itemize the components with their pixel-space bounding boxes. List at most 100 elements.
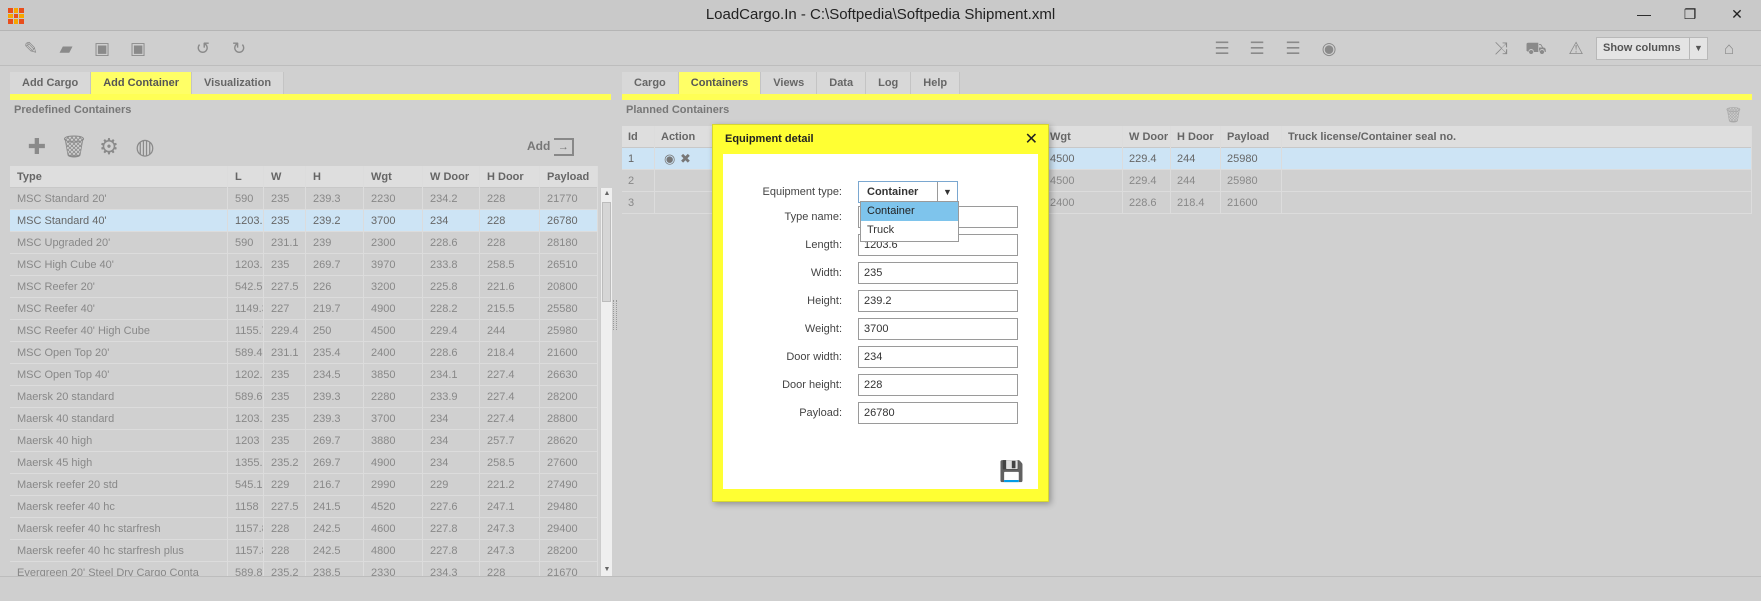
table-cell: 227.4: [480, 408, 540, 430]
table-cell: 234: [423, 408, 480, 430]
table-cell: 242.5: [306, 540, 364, 562]
table-row[interactable]: MSC Reefer 40' High Cube1155.7229.425045…: [10, 320, 598, 342]
table-row[interactable]: Maersk 20 standard 589.6 235 239.3 2280 233.9…: [10, 386, 598, 408]
redo-icon[interactable]: ↻: [228, 38, 250, 60]
table-row[interactable]: MSC Standard 20' 590 235 239.3 2230 234.2 228 2…: [10, 188, 598, 210]
minimize-button[interactable]: —: [1621, 0, 1667, 30]
save-icon[interactable]: 💾: [999, 459, 1024, 484]
table-header-row[interactable]: Type L W H Wgt W Door H Door Payload: [10, 166, 598, 188]
warning-icon[interactable]: ⚠: [1565, 38, 1587, 60]
equipment-type-select[interactable]: Container ▼: [858, 181, 958, 203]
table-cell: 4500: [364, 320, 423, 342]
globe-icon[interactable]: ◍: [132, 134, 158, 160]
table-row[interactable]: Maersk 40 standard1203.2235239.337002342…: [10, 408, 598, 430]
column-header: W Door: [1123, 126, 1171, 148]
view-hidden-icon[interactable]: ◉: [1318, 38, 1340, 60]
table-cell: 235: [264, 210, 306, 232]
section-title-predefined: Predefined Containers: [14, 104, 132, 116]
table-cell: MSC Standard 40': [10, 210, 228, 232]
table-cell: 215.5: [480, 298, 540, 320]
vertical-scrollbar[interactable]: ▲ ▼: [600, 188, 612, 576]
show-columns-dropdown[interactable]: Show columns ▼: [1596, 37, 1708, 60]
table-row[interactable]: MSC Reefer 20' 542.5 227.5 226 3200 225.8 221.…: [10, 276, 598, 298]
table-row[interactable]: MSC Upgraded 20' 590 231.1 239 2300 228.6 228 2…: [10, 232, 598, 254]
list-bullet-icon[interactable]: ☰: [1246, 38, 1268, 60]
splitter-handle[interactable]: [613, 300, 617, 330]
save-icon[interactable]: ▣: [91, 38, 113, 60]
equipment-type-value: Container: [867, 186, 919, 198]
table-row[interactable]: Maersk 40 high 1203 235 269.7 3880 234 257.7 28…: [10, 430, 598, 452]
tab-log[interactable]: Log: [866, 72, 912, 94]
table-row[interactable]: Maersk 45 high1355.6235.2269.74900234258…: [10, 452, 598, 474]
list-detail-icon[interactable]: ☰: [1282, 38, 1304, 60]
table-cell: 1203.6: [228, 254, 264, 276]
open-folder-icon[interactable]: ▰: [55, 38, 77, 60]
tab-containers[interactable]: Containers: [678, 72, 762, 94]
close-button[interactable]: ✕: [1713, 0, 1761, 30]
table-cell: 242.5: [306, 518, 364, 540]
payload-label: Payload:: [799, 407, 842, 419]
width-input[interactable]: [858, 262, 1018, 284]
table-row[interactable]: MSC Open Top 40'1202.8235234.53850234.12…: [10, 364, 598, 386]
table-row[interactable]: Maersk reefer 40 hc 1158 227.5 241.5 4520 227…: [10, 496, 598, 518]
column-header: Payload: [1221, 126, 1282, 148]
column-header: H: [306, 166, 364, 188]
trash-icon[interactable]: 🗑: [60, 134, 88, 160]
plus-icon[interactable]: ✚: [24, 134, 50, 160]
shuffle-icon[interactable]: ⤨: [1490, 38, 1512, 60]
table-cell: 227.8: [423, 540, 480, 562]
table-row[interactable]: MSC Reefer 40'1149.3227219.74900228.2215…: [10, 298, 598, 320]
tab-visualization[interactable]: Visualization: [192, 72, 285, 94]
table-cell: 2300: [364, 232, 423, 254]
eye-icon[interactable]: ◉: [658, 148, 675, 170]
height-input[interactable]: [858, 290, 1018, 312]
table-cell: 234.1: [423, 364, 480, 386]
gear-icon[interactable]: ⚙: [96, 134, 122, 160]
table-cell: 4800: [364, 540, 423, 562]
tab-add-cargo[interactable]: Add Cargo: [10, 72, 92, 94]
length-label: Length:: [805, 239, 842, 251]
table-row[interactable]: Maersk reefer 40 hc starfresh1157.822824…: [10, 518, 598, 540]
trash-icon[interactable]: 🗑: [1724, 106, 1743, 124]
undo-icon[interactable]: ↺: [192, 38, 214, 60]
equipment-type-options: Container Truck: [860, 201, 959, 242]
chevron-down-icon[interactable]: ▼: [937, 182, 957, 202]
window-title: LoadCargo.In - C:\Softpedia\Softpedia Sh…: [705, 6, 1056, 23]
close-icon[interactable]: ✕: [1025, 129, 1038, 149]
payload-input[interactable]: [858, 402, 1018, 424]
tab-help[interactable]: Help: [911, 72, 961, 94]
tab-cargo[interactable]: Cargo: [622, 72, 679, 94]
tab-add-container[interactable]: Add Container: [91, 72, 193, 94]
maximize-button[interactable]: ❐: [1667, 0, 1713, 30]
table-cell: 1155.7: [228, 320, 264, 342]
save-as-icon[interactable]: ▣: [127, 38, 149, 60]
truck-icon[interactable]: ⛟: [1525, 38, 1547, 60]
table-cell: 227.5: [264, 496, 306, 518]
table-cell: 3880: [364, 430, 423, 452]
table-cell: 234: [423, 452, 480, 474]
tab-data[interactable]: Data: [817, 72, 867, 94]
table-cell: 235.4: [306, 342, 364, 364]
table-cell: 28620: [540, 430, 598, 452]
table-row[interactable]: MSC Open Top 20' 589.4 231.1 235.4 2400 228.6…: [10, 342, 598, 364]
table-row[interactable]: Maersk reefer 20 std 545.1 229 216.7 2990 229…: [10, 474, 598, 496]
scroll-down-icon[interactable]: ▼: [601, 564, 613, 576]
weight-input[interactable]: [858, 318, 1018, 340]
new-file-icon[interactable]: ✎: [20, 38, 42, 60]
option-truck[interactable]: Truck: [861, 221, 958, 240]
scrollbar-thumb[interactable]: [602, 202, 611, 302]
door-width-input[interactable]: [858, 346, 1018, 368]
door-height-input[interactable]: [858, 374, 1018, 396]
table-row[interactable]: MSC High Cube 40'1203.6235269.73970233.8…: [10, 254, 598, 276]
add-container-button[interactable]: Add →: [527, 138, 575, 156]
table-row[interactable]: MSC Standard 40'1203.6235239.23700234228…: [10, 210, 598, 232]
list-indent-icon[interactable]: ☰: [1211, 38, 1233, 60]
tab-views[interactable]: Views: [761, 72, 818, 94]
scroll-up-icon[interactable]: ▲: [601, 188, 613, 200]
delete-icon[interactable]: ✖: [674, 148, 691, 170]
table-cell: 227.5: [264, 276, 306, 298]
table-row[interactable]: Maersk reefer 40 hc starfresh plus1157.8…: [10, 540, 598, 562]
chevron-down-icon[interactable]: ▼: [1689, 38, 1707, 59]
option-container[interactable]: Container: [861, 202, 958, 221]
home-icon[interactable]: ⌂: [1718, 38, 1740, 60]
